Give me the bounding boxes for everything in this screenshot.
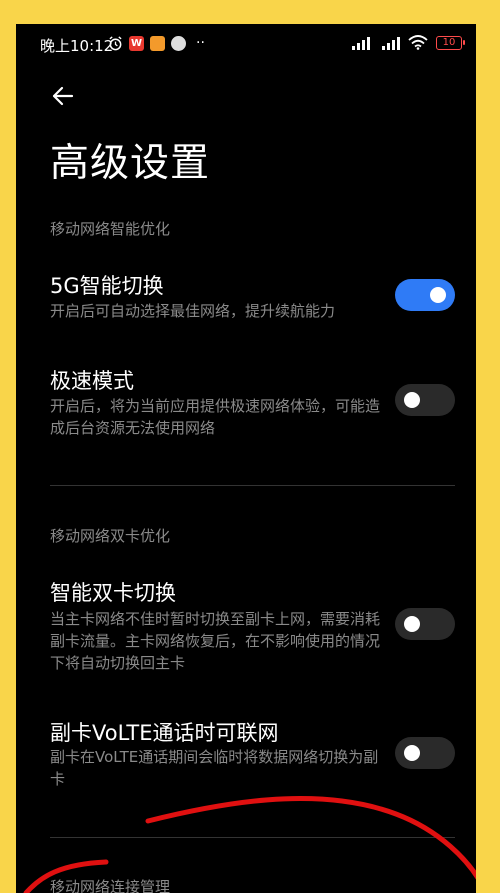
phone-screen: 晚上10:12 W ·· 10 高级设置 移动网络智能优化 5G智能切换 开启后… bbox=[16, 24, 476, 893]
red-annotation-stroke bbox=[23, 796, 476, 893]
